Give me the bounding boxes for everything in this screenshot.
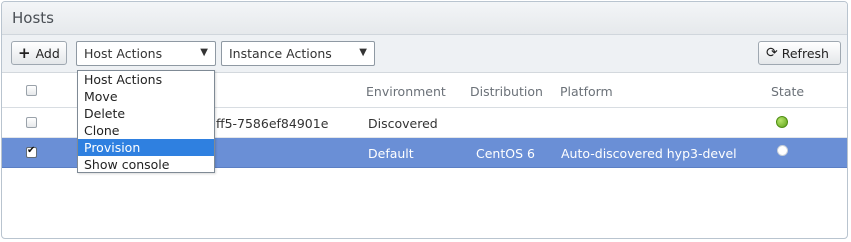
- caret-down-icon: ▼: [359, 47, 367, 58]
- instance-actions-select-value: Instance Actions: [229, 46, 332, 61]
- panel-header: Hosts: [2, 2, 847, 35]
- refresh-button-label: Refresh: [781, 45, 829, 61]
- status-green-dot-icon: [776, 116, 788, 128]
- menu-item-provision[interactable]: Provision: [78, 139, 214, 156]
- caret-down-icon: ▼: [200, 47, 208, 58]
- add-button[interactable]: + Add: [11, 41, 67, 65]
- platform-cell: Auto-discovered hyp3-devel: [561, 146, 737, 161]
- environment-cell: Discovered: [368, 116, 438, 131]
- host-actions-dropdown-menu: Host Actions Move Delete Clone Provision…: [77, 70, 215, 173]
- add-button-label: Add: [35, 45, 60, 61]
- select-all-checkbox[interactable]: [26, 85, 37, 96]
- plus-icon: +: [18, 43, 31, 62]
- refresh-button[interactable]: ⟳ Refresh: [758, 41, 841, 65]
- menu-item-delete[interactable]: Delete: [78, 105, 214, 122]
- panel-title: Hosts: [12, 9, 54, 27]
- column-header-platform[interactable]: Platform: [560, 84, 613, 99]
- row-checkbox[interactable]: [26, 117, 37, 128]
- distribution-cell: CentOS 6: [476, 146, 535, 161]
- menu-item-show-console[interactable]: Show console: [78, 156, 214, 173]
- environment-cell: Default: [368, 146, 414, 161]
- instance-actions-select[interactable]: Instance Actions ▼: [221, 41, 375, 66]
- host-actions-select-value: Host Actions: [84, 46, 163, 61]
- menu-item-move[interactable]: Move: [78, 88, 214, 105]
- column-header-state[interactable]: State: [771, 84, 804, 99]
- column-header-distribution[interactable]: Distribution: [470, 84, 543, 99]
- menu-item-host-actions[interactable]: Host Actions: [78, 71, 214, 88]
- refresh-icon: ⟳: [766, 45, 778, 61]
- row-checkbox-checked[interactable]: [26, 145, 37, 158]
- status-white-dot-icon: [777, 145, 788, 156]
- column-header-environment[interactable]: Environment: [366, 84, 446, 99]
- host-name-cell[interactable]: 9ff5-7586ef84901e: [208, 116, 328, 131]
- menu-item-clone[interactable]: Clone: [78, 122, 214, 139]
- host-actions-select[interactable]: Host Actions ▼: [76, 41, 216, 66]
- toolbar: + Add Host Actions ▼ Instance Actions ▼ …: [2, 35, 847, 73]
- hosts-panel: Hosts + Add Host Actions ▼ Instance Acti…: [1, 1, 848, 239]
